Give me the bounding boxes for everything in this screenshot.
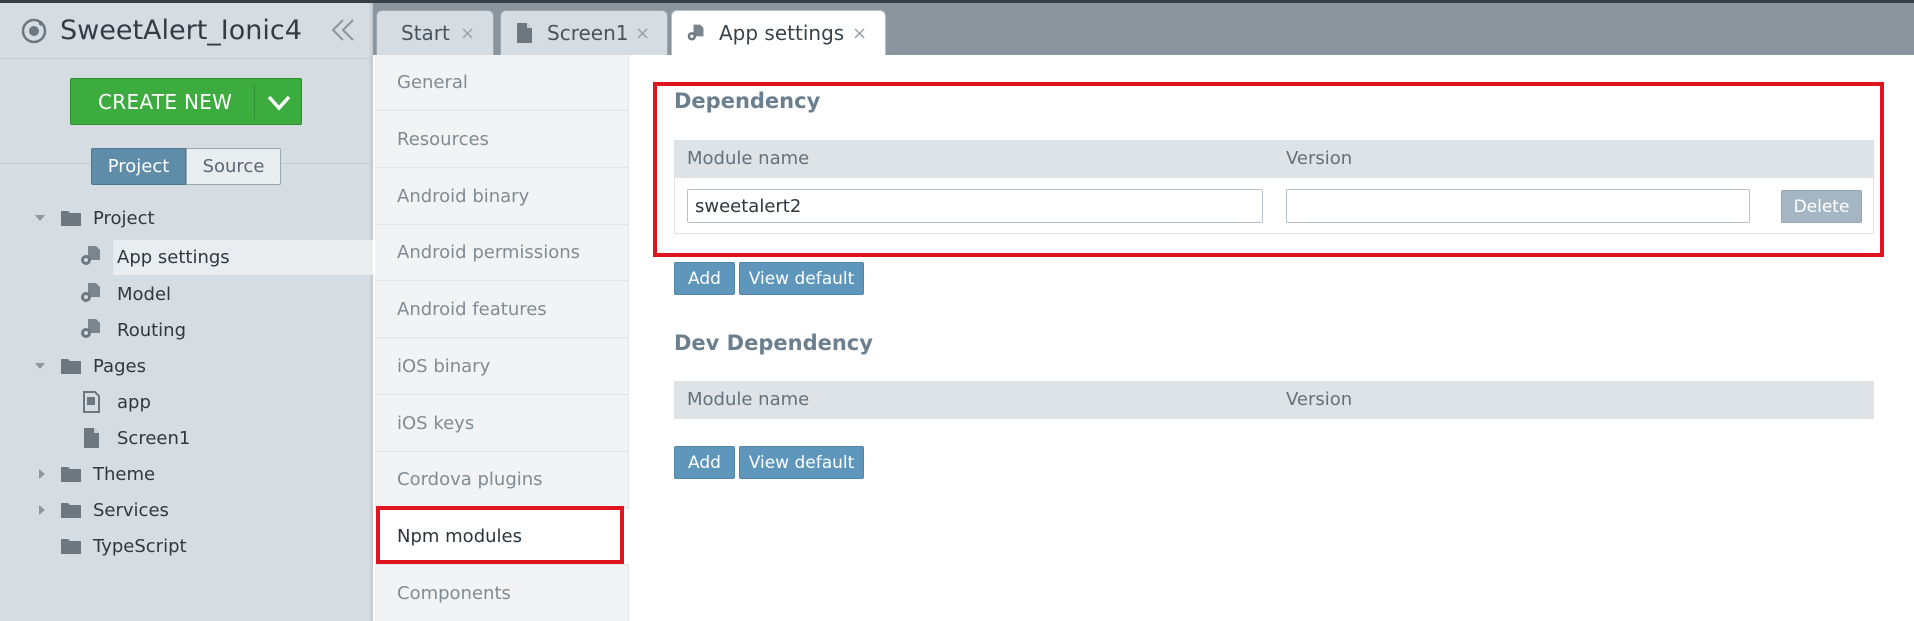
- tree-item-label: Model: [117, 283, 172, 305]
- module-name-column: Module name: [687, 389, 810, 410]
- tree-item-app-settings[interactable]: App settings: [0, 241, 373, 273]
- file-icon: [84, 428, 99, 448]
- page-icon: [83, 391, 100, 413]
- tree-item-theme[interactable]: Theme: [0, 458, 373, 490]
- tree-item-label: TypeScript: [93, 535, 187, 557]
- nav-item-ios-binary[interactable]: iOS binary: [375, 339, 629, 395]
- folder-icon: [61, 503, 81, 518]
- create-new-label: CREATE NEW: [98, 89, 233, 114]
- tree-item-pages[interactable]: Pages: [0, 350, 373, 382]
- tab-label: App settings: [719, 21, 845, 45]
- tree-item-model[interactable]: Model: [0, 278, 373, 310]
- add-dev-dependency-button[interactable]: Add: [674, 446, 735, 479]
- dependency-highlight-box: [653, 82, 1884, 257]
- view-default-dev-dependency-button[interactable]: View default: [739, 446, 864, 479]
- tab-start[interactable]: Start ×: [376, 10, 494, 55]
- nav-item-android-binary[interactable]: Android binary: [375, 169, 629, 225]
- dev-dependency-table-header: Module name Version: [674, 381, 1874, 419]
- tree-item-project[interactable]: Project: [0, 202, 373, 234]
- project-toggle-button[interactable]: Project: [91, 148, 186, 185]
- settings-file-icon: [81, 283, 100, 302]
- tab-close-icon[interactable]: ×: [852, 23, 867, 44]
- caret-down-icon[interactable]: [34, 360, 46, 372]
- tree-item-label: Theme: [93, 463, 156, 485]
- tree-item-label: Project: [93, 207, 155, 229]
- nav-item-ios-keys[interactable]: iOS keys: [375, 396, 629, 452]
- create-new-button[interactable]: CREATE NEW: [70, 78, 302, 125]
- settings-file-icon: [687, 24, 704, 41]
- tab-close-icon[interactable]: ×: [635, 23, 650, 44]
- nav-item-resources[interactable]: Resources: [375, 112, 629, 168]
- nav-item-components[interactable]: Components: [375, 566, 629, 621]
- tree-item-label: Pages: [93, 355, 146, 377]
- tab-close-icon[interactable]: ×: [460, 23, 475, 44]
- nav-item-android-features[interactable]: Android features: [375, 282, 629, 338]
- tree-item-typescript[interactable]: TypeScript: [0, 530, 373, 562]
- tree-item-label: App settings: [117, 246, 230, 268]
- tree-item-label: Routing: [117, 319, 187, 341]
- view-default-dependency-button[interactable]: View default: [739, 262, 864, 295]
- tree-item-label: Services: [93, 499, 169, 521]
- tab-app-settings[interactable]: App settings ×: [671, 10, 886, 55]
- create-new-divider: [254, 85, 255, 119]
- caret-right-icon[interactable]: [36, 504, 48, 516]
- tree-item-app-page[interactable]: app: [0, 386, 373, 418]
- file-icon: [517, 23, 532, 43]
- nav-item-android-permissions[interactable]: Android permissions: [375, 225, 629, 281]
- nav-item-cordova-plugins[interactable]: Cordova plugins: [375, 452, 629, 508]
- caret-right-icon[interactable]: [36, 468, 48, 480]
- app-header: SweetAlert_Ionic4: [0, 3, 373, 58]
- source-toggle-button[interactable]: Source: [186, 148, 281, 185]
- folder-icon: [61, 539, 81, 554]
- dev-dependency-title: Dev Dependency: [674, 331, 873, 355]
- caret-down-icon[interactable]: [34, 212, 46, 224]
- editor-tab-bar: Start × Screen1 × App settings ×: [373, 3, 1914, 55]
- collapse-sidebar-icon[interactable]: [330, 17, 356, 43]
- tree-item-label: app: [117, 391, 151, 413]
- add-dependency-button[interactable]: Add: [674, 262, 735, 295]
- tab-label: Screen1: [547, 21, 629, 45]
- tab-screen1[interactable]: Screen1 ×: [500, 10, 668, 55]
- folder-icon: [61, 359, 81, 374]
- tree-item-screen1[interactable]: Screen1: [0, 422, 373, 454]
- folder-icon: [61, 467, 81, 482]
- npm-modules-highlight-box: [376, 506, 624, 564]
- app-logo-icon: [21, 18, 47, 44]
- app-title: SweetAlert_Ionic4: [60, 15, 302, 46]
- tab-label: Start: [401, 21, 450, 45]
- project-sidebar: SweetAlert_Ionic4 CREATE NEW Project Sou…: [0, 3, 373, 621]
- header-divider: [0, 58, 373, 59]
- tree-item-services[interactable]: Services: [0, 494, 373, 526]
- folder-icon: [61, 211, 81, 226]
- chevron-down-icon[interactable]: [266, 89, 292, 115]
- sidebar-shadow: [369, 3, 373, 621]
- version-column: Version: [1286, 389, 1353, 410]
- tree-item-routing[interactable]: Routing: [0, 314, 373, 346]
- tree-item-label: Screen1: [117, 427, 191, 449]
- settings-file-icon: [81, 319, 100, 338]
- nav-item-general[interactable]: General: [375, 55, 629, 111]
- settings-file-icon: [81, 246, 100, 265]
